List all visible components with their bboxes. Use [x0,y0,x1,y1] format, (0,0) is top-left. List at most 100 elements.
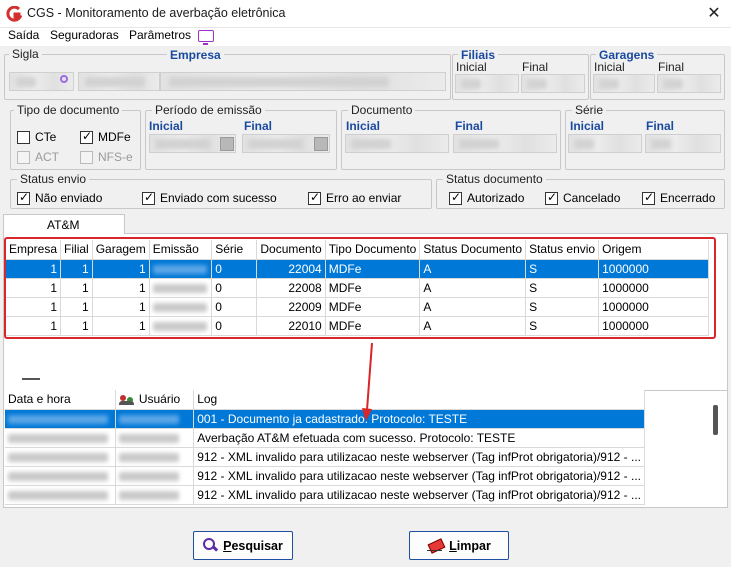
grid-col-9[interactable]: Origem [598,240,709,260]
grid-cell: 1 [6,278,62,298]
documents-grid[interactable]: Empresa Filial Garagem Emissão Série Document… [6,240,709,336]
serie-final-input[interactable] [645,134,721,153]
documento-inicial-input[interactable] [345,134,449,153]
log-row[interactable]: 912 - XML invalido para utilizacao neste… [5,447,645,467]
grid-cell: A [419,259,527,279]
serie-inicial-input[interactable] [568,134,642,153]
grid-col-8[interactable]: Status envio [525,240,600,260]
grid-cell: 1 [6,316,62,336]
log-header: Data e hora Usuário Log [5,390,645,410]
table-row[interactable]: 1 1 1 0 22010 MDFe A S 1000000 [6,316,709,336]
grid-col-4[interactable]: Série [211,240,258,260]
menu-seguradoras[interactable]: Seguradoras [50,28,119,42]
grid-col-5[interactable]: Documento [256,240,326,260]
menu-parametros[interactable]: Parâmetros [129,28,191,42]
tab-atm[interactable]: AT&M [3,214,125,234]
checkbox-act[interactable]: ACT [17,150,59,164]
grid-cell: 1 [6,297,62,317]
table-row[interactable]: 1 1 1 0 22004 MDFe A S 1000000 [6,259,709,279]
log-scrollbar[interactable] [713,405,718,435]
eraser-icon [427,540,444,552]
splitter-handle[interactable] [22,378,40,380]
grid-col-1[interactable]: Filial [60,240,93,260]
checkbox-nfse[interactable]: NFS-e [80,150,133,164]
log-row[interactable]: Averbação AT&M efetuada com sucesso. Pro… [5,428,645,448]
table-row[interactable]: 1 1 1 0 22008 MDFe A S 1000000 [6,278,709,298]
grid-cell: 0 [211,259,258,279]
checkbox-autorizado[interactable]: Autorizado [449,190,524,205]
grid-cell: 22010 [256,316,326,336]
menu-saida[interactable]: Saída [8,28,39,42]
grid-cell: S [525,259,600,279]
grid-col-6[interactable]: Tipo Documento [325,240,421,260]
redacted-cell [115,485,195,505]
checkbox-enviado-sucesso[interactable]: Enviado com sucesso [142,190,277,205]
grid-col-0[interactable]: Empresa [6,240,62,260]
calendar-icon[interactable] [314,137,328,151]
grid-cell: MDFe [325,297,421,317]
garagens-final-input[interactable] [657,74,721,93]
log-row[interactable]: 001 - Documento ja cadastrado. Protocolo… [5,409,645,429]
filiais-final-label: Final [522,60,549,74]
log-message: 001 - Documento ja cadastrado. Protocolo… [193,409,645,429]
grid-cell: 22009 [256,297,326,317]
filiais-final-input[interactable] [521,74,585,93]
log-col-log[interactable]: Log [193,390,645,410]
documento-final-input[interactable] [453,134,557,153]
clear-button[interactable]: Limpar [409,531,509,560]
grid-cell: 1 [60,297,93,317]
grid-cell: 1 [60,278,93,298]
redacted-cell [149,259,213,279]
grid-cell: 0 [211,316,258,336]
tipo-documento-label: Tipo de documento [14,103,123,117]
documento-inicial-label: Inicial [346,119,381,133]
log-grid[interactable]: Data e hora Usuário Log 001 - Documento … [5,390,645,505]
grid-header: Empresa Filial Garagem Emissão Série Document… [6,240,709,260]
search-icon[interactable] [60,75,72,87]
grid-col-2[interactable]: Garagem [92,240,150,260]
checkbox-erro-enviar[interactable]: Erro ao enviar [308,190,401,205]
grid-col-7[interactable]: Status Documento [419,240,527,260]
cte-box [17,130,30,144]
periodo-final-label: Final [244,119,273,133]
serie-inicial-label: Inicial [570,119,605,133]
grid-cell: S [525,297,600,317]
garagens-inicial-input[interactable] [593,74,655,93]
log-row[interactable]: 912 - XML invalido para utilizacao neste… [5,466,645,486]
grid-cell: S [525,278,600,298]
log-row[interactable]: 912 - XML invalido para utilizacao neste… [5,485,645,505]
grid-col-3[interactable]: Emissão [149,240,213,260]
serie-label: Série [572,103,607,117]
empresa-code-input[interactable] [78,72,160,91]
redacted-cell [149,297,213,317]
garagens-final-label: Final [658,60,685,74]
log-col-datahora[interactable]: Data e hora [5,390,116,410]
log-col-usuario[interactable]: Usuário [115,390,195,410]
periodo-final-input[interactable] [242,134,330,153]
grid-cell: MDFe [325,278,421,298]
monitor-icon[interactable] [198,30,214,45]
checkbox-nao-enviado[interactable]: Não enviado [17,190,102,205]
checkbox-cte[interactable]: CTe [17,130,56,144]
checkbox-mdfe[interactable]: MDFe [80,129,131,144]
empresa-name-input[interactable] [160,72,446,91]
checkbox-encerrado[interactable]: Encerrado [642,190,715,205]
grid-cell: 22008 [256,278,326,298]
search-button[interactable]: Pesquisar [193,531,293,560]
calendar-icon[interactable] [220,137,234,151]
window-title: CGS - Monitoramento de averbação eletrôn… [27,6,286,20]
grid-cell: MDFe [325,316,421,336]
grid-cell: 1 [60,259,93,279]
close-button[interactable]: ✕ [700,3,728,25]
periodo-inicial-input[interactable] [149,134,236,153]
redacted-cell [5,466,116,486]
table-row[interactable]: 1 1 1 0 22009 MDFe A S 1000000 [6,297,709,317]
status-envio-label: Status envio [17,172,90,186]
mdfe-box [80,129,93,144]
serie-final-label: Final [646,119,675,133]
filiais-inicial-input[interactable] [455,74,519,93]
checkbox-cancelado[interactable]: Cancelado [545,190,620,205]
grid-cell: 1000000 [598,316,709,336]
documento-label: Documento [348,103,416,117]
redacted-cell [5,485,116,505]
